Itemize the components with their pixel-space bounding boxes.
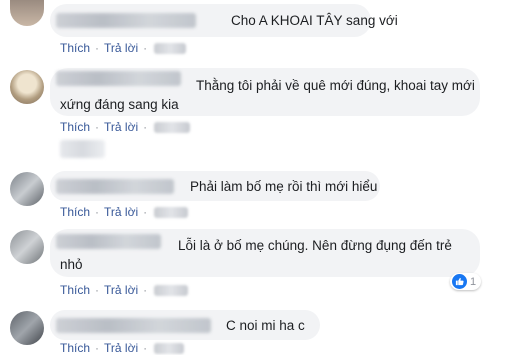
separator: · [143, 341, 148, 355]
commenter-name[interactable] [56, 13, 196, 28]
reply-button[interactable]: Trả lời [104, 120, 138, 134]
comment-bubble: C noi mi ha c [50, 310, 320, 340]
like-button[interactable]: Thích [60, 120, 90, 134]
reaction-number: 1 [470, 275, 477, 288]
reply-button[interactable]: Trả lời [104, 341, 138, 355]
comment-text: Phải làm bố mẹ rồi thì mới hiểu [190, 179, 378, 194]
comment-bubble: Cho A KHOAI TÂY sang với [50, 4, 398, 37]
comment-actions: Thích · Trả lời · [60, 341, 185, 355]
avatar[interactable] [10, 0, 44, 26]
comment-text-line-2: nhỏ [60, 257, 83, 272]
comment-bubble: Thằng tôi phải về quê mới đúng, khoai ta… [50, 68, 480, 116]
commenter-name[interactable] [56, 71, 181, 86]
separator: · [143, 205, 148, 219]
separator: · [143, 283, 148, 297]
comment-text: Cho A KHOAI TÂY sang với [231, 13, 398, 28]
timestamp[interactable] [154, 42, 187, 54]
separator: · [95, 283, 100, 297]
comment-text-line-2: xứng đáng sang kia [60, 97, 179, 112]
like-button[interactable]: Thích [60, 205, 90, 219]
commenter-name[interactable] [56, 234, 161, 249]
avatar[interactable] [10, 172, 44, 206]
reply-button[interactable]: Trả lời [104, 41, 138, 55]
thumbs-up-icon [452, 274, 467, 289]
reply-button[interactable]: Trả lời [104, 283, 138, 297]
comment-actions: Thích · Trả lời · [60, 120, 191, 134]
separator: · [95, 205, 100, 219]
reply-button[interactable]: Trả lời [104, 205, 138, 219]
comment-actions: Thích · Trả lời · [60, 41, 187, 55]
comment-actions: Thích · Trả lời · [60, 283, 189, 297]
separator: · [95, 120, 100, 134]
timestamp[interactable] [154, 284, 189, 296]
comment-text-line-1: Lỗi là ở bố mẹ chúng. Nên đừng đụng đến … [178, 238, 452, 253]
separator: · [143, 120, 148, 134]
commenter-name[interactable] [56, 179, 174, 194]
like-button[interactable]: Thích [60, 41, 90, 55]
avatar[interactable] [10, 70, 44, 104]
timestamp[interactable] [154, 121, 191, 133]
avatar[interactable] [10, 230, 44, 264]
separator: · [95, 341, 100, 355]
avatar[interactable] [10, 311, 44, 345]
comment-actions: Thích · Trả lời · [60, 205, 189, 219]
like-button[interactable]: Thích [60, 283, 90, 297]
timestamp[interactable] [154, 206, 189, 218]
reaction-count[interactable]: 1 [450, 273, 482, 290]
replies-link[interactable] [60, 140, 105, 158]
comment-text-line-1: Thằng tôi phải về quê mới đúng, khoai ta… [196, 78, 475, 93]
comment-bubble: Lỗi là ở bố mẹ chúng. Nên đừng đụng đến … [50, 229, 480, 277]
comment-text: C noi mi ha c [226, 318, 305, 333]
separator: · [143, 41, 148, 55]
like-button[interactable]: Thích [60, 341, 90, 355]
separator: · [95, 41, 100, 55]
commenter-name[interactable] [56, 318, 211, 333]
timestamp[interactable] [154, 342, 185, 354]
comment-bubble: Phải làm bố mẹ rồi thì mới hiểu [50, 171, 380, 201]
